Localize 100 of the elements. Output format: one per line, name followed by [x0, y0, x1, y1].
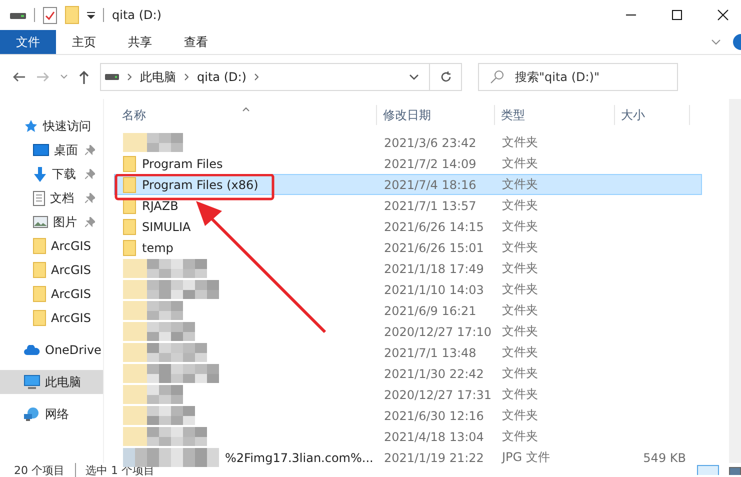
- modified-date: 2021/7/1 13:57: [383, 198, 478, 212]
- ribbon-tab[interactable]: 查看: [168, 30, 224, 54]
- modified-date: 2021/6/9 16:21: [383, 304, 478, 318]
- column-header[interactable]: 修改日期: [377, 105, 495, 125]
- file-type: 文件夹: [501, 260, 539, 277]
- sidebar-item[interactable]: ArcGIS: [0, 234, 103, 258]
- sidebar-item[interactable]: 桌面: [0, 138, 103, 162]
- file-name: Program Files (x86): [142, 178, 258, 192]
- modified-date: 2021/6/26 15:01: [383, 240, 485, 254]
- modified-date: 2021/6/26 14:15: [383, 220, 485, 234]
- file-row[interactable]: RJAZB 2021/7/1 13:57 文件夹: [114, 195, 702, 216]
- modified-date: 2021/3/6 23:42: [383, 136, 478, 150]
- file-type: 文件夹: [501, 344, 539, 361]
- sidebar-item[interactable]: ArcGIS: [0, 306, 103, 330]
- dropdown-icon[interactable]: [87, 11, 95, 19]
- breadcrumb[interactable]: 此电脑: [140, 68, 176, 86]
- file-type: 文件夹: [501, 197, 539, 214]
- file-row[interactable]: 2021/6/30 12:16 文件夹: [114, 405, 702, 426]
- properties-icon[interactable]: [43, 6, 57, 24]
- file-row[interactable]: temp 2021/6/26 15:01 文件夹: [114, 237, 702, 258]
- file-row[interactable]: 2021/7/1 13:48 文件夹: [114, 342, 702, 363]
- file-row[interactable]: 2020/12/27 17:10 文件夹: [114, 321, 702, 342]
- recent-icon[interactable]: [60, 74, 68, 80]
- download-icon: [33, 166, 47, 182]
- modified-date: 2021/7/1 13:48: [383, 346, 478, 360]
- picture-icon: [33, 216, 48, 228]
- file-row[interactable]: 2021/1/18 17:49 文件夹: [114, 258, 702, 279]
- pin-icon[interactable]: [85, 193, 95, 203]
- ribbon-tab[interactable]: 共享: [112, 30, 168, 54]
- folder-icon: [33, 310, 46, 326]
- column-header[interactable]: 大小: [615, 105, 690, 125]
- dropdown-icon[interactable]: [409, 74, 419, 80]
- modified-date: 2021/1/30 22:42: [383, 366, 485, 380]
- close-icon[interactable]: [717, 9, 729, 21]
- breadcrumb[interactable]: qita (D:): [197, 70, 246, 84]
- file-row[interactable]: 2021/3/6 23:42 文件夹: [114, 132, 702, 153]
- monitor-icon: [33, 144, 49, 156]
- address-bar[interactable]: 此电脑 qita (D:): [100, 63, 430, 91]
- drive-icon: [105, 73, 119, 81]
- modified-date: 2021/1/10 14:03: [383, 282, 485, 296]
- drive-icon[interactable]: [10, 10, 26, 20]
- sidebar-item[interactable]: 图片: [0, 210, 103, 234]
- file-type: 文件夹: [501, 239, 539, 256]
- file-type: 文件夹: [501, 134, 539, 151]
- pin-icon[interactable]: [85, 169, 95, 179]
- sidebar-item[interactable]: ArcGIS: [0, 258, 103, 282]
- chevron-icon[interactable]: [711, 39, 721, 45]
- sidebar-item[interactable]: OneDrive: [0, 338, 103, 362]
- refresh-button[interactable]: [430, 63, 462, 91]
- modified-date: 2021/1/19 21:22: [383, 450, 485, 464]
- file-type: 文件夹: [501, 302, 539, 319]
- file-type: 文件夹: [501, 323, 539, 340]
- pixelated-name-drawing: [123, 133, 183, 152]
- folder-icon: [33, 238, 46, 254]
- sidebar-item[interactable]: 文档: [0, 186, 103, 210]
- back-icon[interactable]: [12, 71, 26, 83]
- maximize-icon[interactable]: [671, 9, 683, 21]
- search-field[interactable]: 搜索"qita (D:)": [478, 63, 678, 91]
- sidebar-item[interactable]: 网络: [0, 402, 103, 426]
- sidebar-item[interactable]: ArcGIS: [0, 282, 103, 306]
- star-icon: [24, 119, 38, 133]
- chevron-icon[interactable]: [254, 73, 260, 81]
- file-row[interactable]: 2021/6/9 16:21 文件夹: [114, 300, 702, 321]
- modified-date: 2021/7/4 18:16: [383, 178, 478, 192]
- chevron-icon[interactable]: [184, 73, 189, 81]
- refresh-icon: [440, 71, 452, 83]
- pin-icon[interactable]: [85, 217, 95, 227]
- ribbon-tab[interactable]: 文件: [0, 30, 56, 54]
- sidebar-item[interactable]: 此电脑: [0, 370, 103, 394]
- file-type: 文件夹: [501, 386, 539, 403]
- pixelated-name-drawing: [123, 385, 183, 404]
- pin-icon[interactable]: [85, 145, 95, 155]
- file-type: 文件夹: [501, 365, 539, 382]
- file-row[interactable]: %2Fimg17.3lian.com%... 2021/1/19 21:22 JPG 文件 549 KB: [114, 447, 702, 468]
- search-icon: [490, 70, 504, 84]
- file-type: JPG 文件: [500, 449, 551, 466]
- sidebar-item[interactable]: 快速访问: [0, 114, 103, 138]
- thumbnail-view-icon[interactable]: [729, 465, 741, 475]
- file-row[interactable]: 2020/12/27 17:31 文件夹: [114, 384, 702, 405]
- file-row[interactable]: 2021/4/18 13:04 文件夹: [114, 426, 702, 447]
- column-header[interactable]: 名称: [104, 105, 377, 125]
- sidebar-label: ArcGIS: [51, 239, 91, 253]
- chevron-icon[interactable]: [127, 73, 132, 81]
- file-row[interactable]: Program Files (x86) 2021/7/4 18:16 文件夹: [114, 174, 702, 195]
- file-size: 549 KB: [642, 450, 687, 464]
- file-row[interactable]: 2021/1/30 22:42 文件夹: [114, 363, 702, 384]
- up-icon[interactable]: [78, 70, 90, 84]
- modified-date: 2021/4/18 13:04: [383, 430, 485, 444]
- help-icon[interactable]: [731, 34, 741, 50]
- ribbon-tab[interactable]: 主页: [56, 30, 112, 54]
- sidebar-item[interactable]: 下载: [0, 162, 103, 186]
- sidebar-label: ArcGIS: [51, 287, 91, 301]
- sort-caret-icon[interactable]: [242, 107, 250, 112]
- file-row[interactable]: 2021/1/10 14:03 文件夹: [114, 279, 702, 300]
- file-row[interactable]: SIMULIA 2021/6/26 14:15 文件夹: [114, 216, 702, 237]
- file-name: %2Fimg17.3lian.com%...: [225, 450, 374, 464]
- cloud-icon: [24, 345, 40, 355]
- column-header[interactable]: 类型: [495, 105, 615, 125]
- file-type: 文件夹: [501, 218, 539, 235]
- file-row[interactable]: Program Files 2021/7/2 14:09 文件夹: [114, 153, 702, 174]
